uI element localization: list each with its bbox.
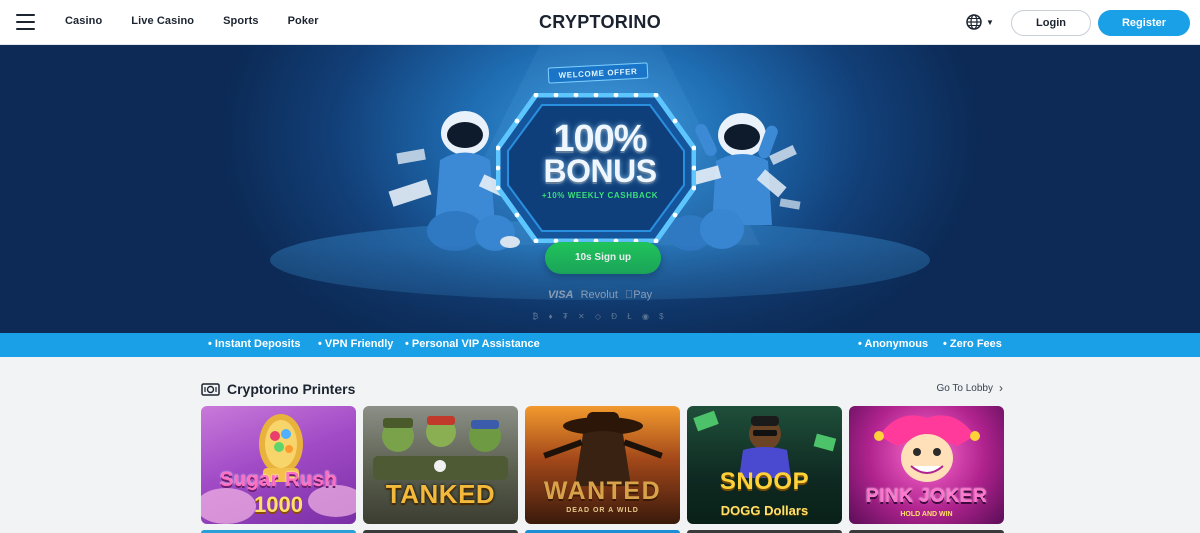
section-title: Cryptorino Printers — [227, 381, 356, 397]
game-card-sugar-rush[interactable]: Sugar Rush 1000 — [201, 406, 356, 524]
apple-icon:  — [625, 289, 633, 301]
features-ticker: • Instant Deposits • VPN Friendly • Pers… — [0, 333, 1200, 357]
ticker-item: • Anonymous — [858, 338, 929, 350]
apple-pay-logo: Pay — [629, 289, 652, 301]
payment-methods: VISA Revolut Pay — [0, 289, 1200, 301]
ticker-item: • VPN Friendly — [318, 338, 394, 350]
chevron-right-icon[interactable]: › — [999, 381, 1003, 395]
games-row: Sugar Rush 1000 TANKED WANTED DEAD OR A … — [201, 406, 1011, 530]
game-title: TANKED — [385, 479, 496, 509]
register-button[interactable]: Register — [1098, 10, 1190, 36]
game-title: SNOOP — [719, 468, 810, 495]
revolut-logo: Revolut — [580, 289, 618, 301]
chevron-down-icon: ▼ — [986, 17, 994, 27]
bonus-heading: BONUS — [543, 153, 657, 189]
game-subtitle: 1000 — [254, 492, 303, 517]
game-subtitle: HOLD AND WIN — [900, 511, 953, 518]
game-subtitle: DOGG Dollars — [720, 503, 809, 518]
ticker-item: • Personal VIP Assistance — [405, 338, 540, 350]
top-header: Casino Live Casino Sports Poker CRYPTORI… — [0, 0, 1200, 45]
game-card-snoop-dogg-dollars[interactable]: SNOOP DOGG Dollars — [687, 406, 842, 524]
language-selector[interactable]: ▼ — [966, 14, 994, 30]
signup-button[interactable]: 10s Sign up — [545, 242, 661, 274]
money-icon — [201, 383, 220, 396]
game-card-wanted[interactable]: WANTED DEAD OR A WILD — [525, 406, 680, 524]
cashback-text: +10% WEEKLY CASHBACK — [541, 191, 659, 200]
visa-logo: VISA — [547, 289, 574, 301]
printers-section-header: Cryptorino Printers Go To Lobby › — [201, 380, 1003, 400]
ticker-item: • Instant Deposits — [208, 338, 301, 350]
game-card-pink-joker[interactable]: PINK JOKER HOLD AND WIN — [849, 406, 1004, 524]
game-title: WANTED — [543, 477, 662, 505]
crypto-icons-row: ₿ ♦ ₮ ✕ ◇ Ð Ł ◉ $ — [532, 312, 668, 321]
hero-banner[interactable]: WELCOME OFFER 100% BONUS +10% WEEKLY CAS… — [0, 45, 1200, 333]
game-subtitle: DEAD OR A WILD — [566, 507, 639, 514]
go-to-lobby-link[interactable]: Go To Lobby — [936, 383, 993, 394]
globe-icon — [966, 14, 982, 30]
ticker-item: • Zero Fees — [943, 338, 1002, 350]
game-title: Sugar Rush — [219, 469, 338, 491]
login-button[interactable]: Login — [1011, 10, 1091, 36]
game-card-tanked[interactable]: TANKED — [363, 406, 518, 524]
game-title: PINK JOKER — [865, 486, 988, 507]
